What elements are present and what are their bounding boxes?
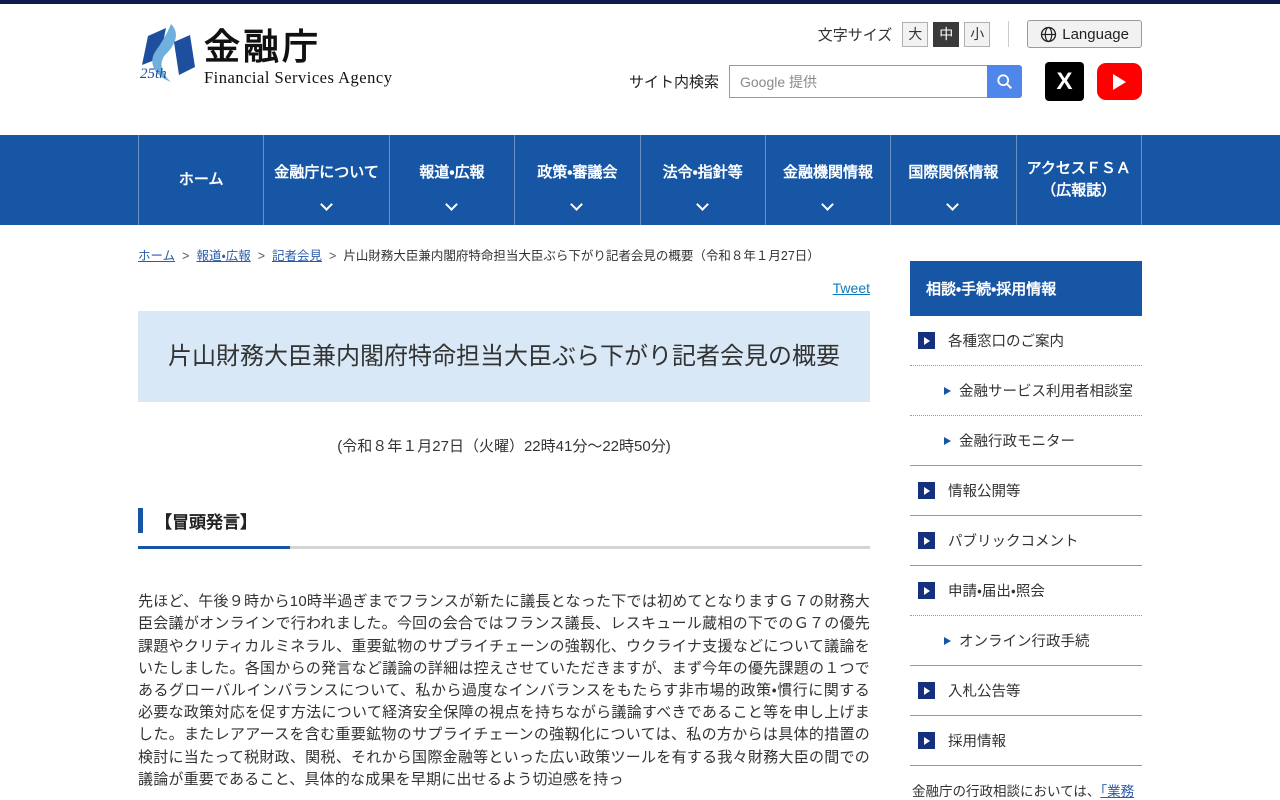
globe-icon (1041, 26, 1057, 42)
arrow-square-icon (918, 582, 935, 599)
sidebar-header: 相談・手続・採用情報 (910, 261, 1142, 316)
sidebar-item-label: 申請・届出・照会 (948, 584, 1045, 600)
fsa-logo-icon: 25th (140, 24, 195, 82)
sidebar-item[interactable]: 入札公告等 (910, 666, 1142, 716)
chevron-down-icon (946, 198, 960, 211)
sidebar-item-label: パブリックコメント (948, 534, 1079, 550)
nav-item[interactable]: アクセスＦＳＡ （広報誌） (1015, 135, 1142, 225)
nav-item-label: 金融機関情報 (783, 163, 874, 181)
sidebar-item-label: オンライン行政手続 (959, 634, 1090, 650)
breadcrumb-separator: > (257, 249, 266, 263)
font-size-button[interactable]: 小 (964, 21, 991, 47)
sidebar-item[interactable]: 申請・届出・照会 (910, 566, 1142, 616)
press-conference-date: (令和８年１月27日（火曜）22時41分～22時50分) (337, 438, 671, 456)
nav-item[interactable]: 法令・指針等 (639, 135, 765, 225)
nav-item-label: 報道・広報 (419, 163, 485, 181)
breadcrumb-link[interactable]: 記者会見 (272, 249, 322, 263)
page-title-box: 片山財務大臣兼内閣府特命担当大臣ぶら下がり記者会見の概要 (138, 311, 870, 403)
font-size-label: 文字サイズ (817, 26, 893, 44)
nav-item-label: 政策・審議会 (537, 163, 618, 181)
site-title: 金融庁 (204, 26, 322, 67)
sidebar-item[interactable]: 各種窓口のご案内 (910, 316, 1142, 366)
arrow-right-icon (944, 436, 951, 445)
sidebar-item[interactable]: 採用情報 (910, 716, 1142, 766)
chevron-down-icon (319, 198, 333, 211)
sidebar-item[interactable]: 情報公開等 (910, 466, 1142, 516)
svg-text:25th: 25th (140, 66, 167, 82)
chevron-down-icon (821, 198, 834, 211)
nav-item[interactable]: 国際関係情報 (890, 135, 1015, 225)
font-size-button[interactable]: 中 (933, 21, 960, 47)
nav-item-label: 法令・指針等 (662, 163, 743, 181)
arrow-right-icon (944, 386, 951, 395)
nav-item[interactable]: 報道・広報 (388, 135, 514, 225)
global-nav: ホーム 金融庁について 報道・広報 政策・審議会 法令・指針等 金融機関情報 国際関係情報 ア… (0, 135, 1280, 225)
nav-item[interactable]: ホーム (138, 135, 263, 225)
sidebar-note: 金融庁の行政相談においては、「業務の範囲や程度を明らかに超える苦情相談」への対応… (910, 766, 1142, 800)
breadcrumb-link[interactable]: ホーム (138, 249, 175, 263)
site-search-label: サイト内検索 (628, 74, 719, 91)
arrow-square-icon (918, 732, 935, 749)
chevron-down-icon (570, 198, 584, 211)
sidebar: 相談・手続・採用情報 各種窓口のご案内金融サービス利用者相談室 金融行政モニター情… (910, 225, 1142, 800)
language-button[interactable]: Language (1027, 20, 1142, 48)
site-search-input[interactable] (729, 65, 987, 98)
sidebar-item-label: 各種窓口のご案内 (948, 334, 1064, 350)
breadcrumb-separator: > (329, 249, 337, 263)
nav-item-label: 金融庁について (274, 163, 379, 181)
arrow-square-icon (918, 332, 935, 349)
breadcrumb-separator: > (182, 249, 190, 263)
arrow-square-icon (918, 682, 935, 699)
nav-item-label: ホーム (178, 170, 224, 188)
sidebar-item[interactable]: 金融行政モニター (910, 416, 1142, 466)
sidebar-item-label: 入札公告等 (948, 684, 1021, 700)
sidebar-note-text: 金融庁の行政相談においては、 (912, 784, 1101, 799)
sidebar-item-label: 採用情報 (948, 734, 1006, 750)
site-subtitle: Financial Services Agency (204, 68, 393, 88)
arrow-right-icon (944, 636, 951, 645)
nav-item[interactable]: 金融機関情報 (764, 135, 890, 225)
breadcrumb-link[interactable]: 報道・広報 (196, 249, 250, 263)
nav-item-label: アクセスＦＳＡ （広報誌） (1026, 159, 1131, 200)
breadcrumb-current: 片山財務大臣兼内閣府特命担当大臣ぶら下がり記者会見の概要（令和８年１月27日） (343, 249, 820, 263)
language-button-label: Language (1062, 25, 1129, 43)
search-icon (997, 74, 1013, 90)
arrow-square-icon (918, 482, 935, 499)
breadcrumb: ホーム > 報道・広報 > 記者会見 > 片山財務大臣兼内閣府特命担当大臣ぶら下がり記者会見… (138, 225, 870, 264)
sidebar-item[interactable]: 金融サービス利用者相談室 (910, 366, 1142, 416)
chevron-down-icon (695, 198, 709, 211)
sidebar-item-label: 金融サービス利用者相談室 (959, 384, 1133, 400)
youtube-icon[interactable] (1097, 63, 1142, 100)
page-title: 片山財務大臣兼内閣府特命担当大臣ぶら下がり記者会見の概要 (168, 343, 840, 370)
site-header: 25th 金融庁 Financial Services Agency 文字サイズ… (0, 4, 1280, 135)
nav-item[interactable]: 政策・審議会 (514, 135, 639, 225)
sidebar-item-label: 金融行政モニター (959, 434, 1075, 450)
sidebar-item[interactable]: パブリックコメント (910, 516, 1142, 566)
x-twitter-icon[interactable]: X (1045, 62, 1084, 101)
nav-item-label: 国際関係情報 (908, 163, 999, 181)
section-heading: 【冒頭発言】 (138, 508, 870, 534)
statement-paragraph: 先ほど、午後９時から10時半過ぎまでフランスが新たに議長となった下では初めてとな… (138, 593, 870, 788)
nav-item[interactable]: 金融庁について (263, 135, 388, 225)
fsa-logo[interactable]: 25th 金融庁 Financial Services Agency (138, 22, 392, 88)
search-button[interactable] (987, 65, 1022, 98)
section-heading-rule (138, 546, 870, 550)
sidebar-item-label: 情報公開等 (948, 484, 1021, 500)
font-size-button[interactable]: 大 (902, 21, 929, 47)
tweet-link[interactable]: Tweet (833, 280, 870, 296)
chevron-down-icon (445, 198, 458, 211)
sidebar-item[interactable]: オンライン行政手続 (910, 616, 1142, 666)
header-divider (1008, 21, 1010, 47)
arrow-square-icon (918, 532, 935, 549)
